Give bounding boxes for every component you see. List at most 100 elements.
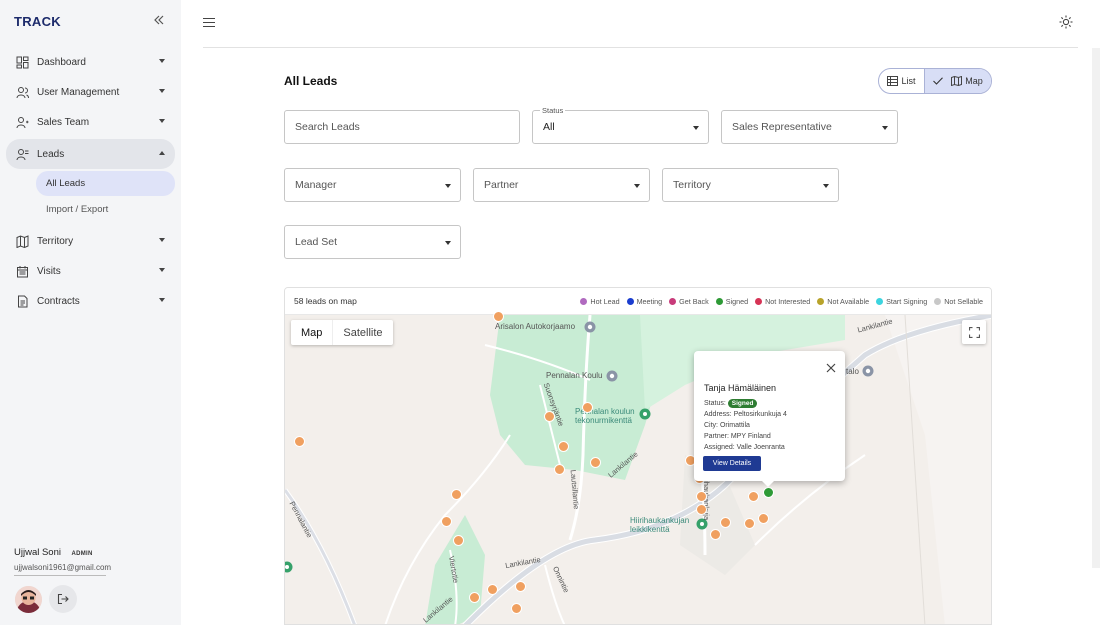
legend-dot [817, 298, 825, 305]
lead-marker[interactable] [544, 411, 555, 422]
manager-select[interactable]: Manager [284, 168, 461, 202]
legend-dot [876, 298, 884, 305]
brand-logo[interactable]: TRACK [14, 14, 61, 29]
dashboard-icon [16, 56, 29, 68]
place-marker-icon [584, 321, 596, 333]
legend-item: Get Back [669, 297, 709, 306]
legend-dot [669, 298, 677, 305]
status-value: All [543, 121, 555, 133]
chevron-up-icon [159, 151, 165, 155]
park-marker-icon [639, 408, 651, 420]
user-email: ujjwalsoni1961@gmail.com [14, 563, 112, 572]
lead-marker[interactable] [469, 592, 480, 603]
hamburger-menu-icon[interactable] [203, 18, 215, 30]
team-icon [16, 116, 29, 128]
lead-marker[interactable] [744, 518, 755, 529]
chevron-down-icon [159, 268, 165, 272]
lead-marker[interactable] [487, 584, 498, 595]
lead-marker[interactable] [451, 489, 462, 500]
sidebar-item-user-management[interactable]: User Management [0, 77, 181, 107]
map-type-satellite-button[interactable]: Satellite [332, 320, 392, 345]
lead-marker[interactable] [590, 457, 601, 468]
lead-details: Status: Signed Address: Peltosirkunkuja … [704, 398, 787, 453]
territory-select[interactable]: Territory [662, 168, 839, 202]
status-select[interactable]: Status All [532, 106, 709, 144]
chevron-down-icon [159, 119, 165, 123]
sidebar-item-contracts[interactable]: Contracts [0, 286, 181, 316]
map-place-label: Hiirihaukankujan leikkikenttä [630, 516, 690, 534]
lead-marker[interactable] [748, 491, 759, 502]
place-marker-icon [862, 365, 874, 377]
sidebar-item-label: Visits [37, 265, 61, 277]
sidebar-item-label: User Management [37, 86, 120, 98]
map-canvas[interactable]: Arisalon Autokorjaamo Pennalan Koulu Pen… [285, 311, 991, 624]
search-placeholder: Search Leads [295, 121, 360, 133]
sidebar-item-territory[interactable]: Territory [0, 226, 181, 256]
lead-marker[interactable] [441, 516, 452, 527]
map-place-label: Arisalon Autokorjaamo [495, 322, 576, 331]
legend-item: Signed [715, 297, 748, 306]
sales-representative-select[interactable]: Sales Representative [721, 110, 898, 144]
lead-marker[interactable] [515, 581, 526, 592]
lead-marker[interactable] [582, 402, 593, 413]
lead-marker[interactable] [696, 491, 707, 502]
lead-set-select[interactable]: Lead Set [284, 225, 461, 259]
collapse-sidebar-icon[interactable] [151, 13, 167, 29]
lead-marker[interactable] [453, 535, 464, 546]
legend-item: Not Interested [755, 297, 810, 306]
sidebar-item-visits[interactable]: Visits [0, 256, 181, 286]
view-toggle: List Map [878, 68, 992, 94]
avatar[interactable] [15, 586, 42, 613]
caret-down-icon [823, 184, 829, 188]
lead-marker-signed[interactable] [763, 487, 774, 498]
lead-marker[interactable] [294, 436, 305, 447]
lead-set-placeholder: Lead Set [295, 236, 338, 248]
chevron-down-icon [159, 238, 165, 242]
sidebar-subitem-all-leads[interactable]: All Leads [36, 171, 175, 196]
lead-marker[interactable] [511, 603, 522, 614]
lead-marker[interactable] [558, 441, 569, 452]
map-card: 58 leads on map Hot Lead Meeting Get Bac… [284, 287, 992, 625]
lead-marker[interactable] [710, 529, 721, 540]
sidebar-item-sales-team[interactable]: Sales Team [0, 107, 181, 137]
status-label: Status [540, 106, 566, 115]
sidebar-item-label: Territory [37, 235, 74, 247]
lead-partner: Partner: MPY Finland [704, 433, 771, 440]
map-view-button[interactable]: Map [925, 69, 991, 93]
sidebar-subitem-import-export[interactable]: Import / Export [36, 197, 175, 222]
sidebar-item-dashboard[interactable]: Dashboard [0, 47, 181, 77]
logout-button[interactable] [49, 585, 77, 613]
map-type-map-button[interactable]: Map [291, 320, 332, 345]
divider [14, 575, 106, 576]
chevron-down-icon [159, 59, 165, 63]
close-icon[interactable] [826, 360, 836, 373]
calendar-icon [17, 265, 28, 277]
lead-marker[interactable] [493, 311, 504, 322]
leads-count: 58 leads on map [294, 296, 357, 306]
map-type-control: Map Satellite [291, 320, 393, 345]
list-view-label: List [901, 76, 916, 86]
sidebar-item-label: Dashboard [37, 56, 86, 68]
status-label: Status: [704, 400, 726, 407]
lead-marker[interactable] [758, 513, 769, 524]
fullscreen-button[interactable] [962, 320, 986, 344]
search-input[interactable]: Search Leads [284, 110, 520, 144]
legend-dot [626, 298, 634, 305]
scrollbar[interactable] [1092, 48, 1100, 568]
user-name: Ujjwal Soni [14, 547, 61, 558]
legend-item: Meeting [626, 297, 662, 306]
partner-select[interactable]: Partner [473, 168, 650, 202]
map-legend: Hot Lead Meeting Get Back Signed Not Int… [573, 297, 983, 306]
view-details-button[interactable]: View Details [703, 456, 761, 471]
legend-dot [580, 298, 588, 305]
theme-toggle-icon[interactable] [1059, 15, 1073, 34]
page-title: All Leads [284, 74, 338, 88]
lead-name: Tanja Hämäläinen [704, 383, 777, 393]
lead-marker[interactable] [554, 464, 565, 475]
lead-marker[interactable] [720, 517, 731, 528]
sidebar-item-leads[interactable]: Leads [6, 139, 175, 169]
list-view-button[interactable]: List [879, 69, 925, 93]
role-badge: ADMIN [71, 551, 93, 557]
lead-marker[interactable] [696, 504, 707, 515]
map-place-label: talo [846, 367, 859, 376]
